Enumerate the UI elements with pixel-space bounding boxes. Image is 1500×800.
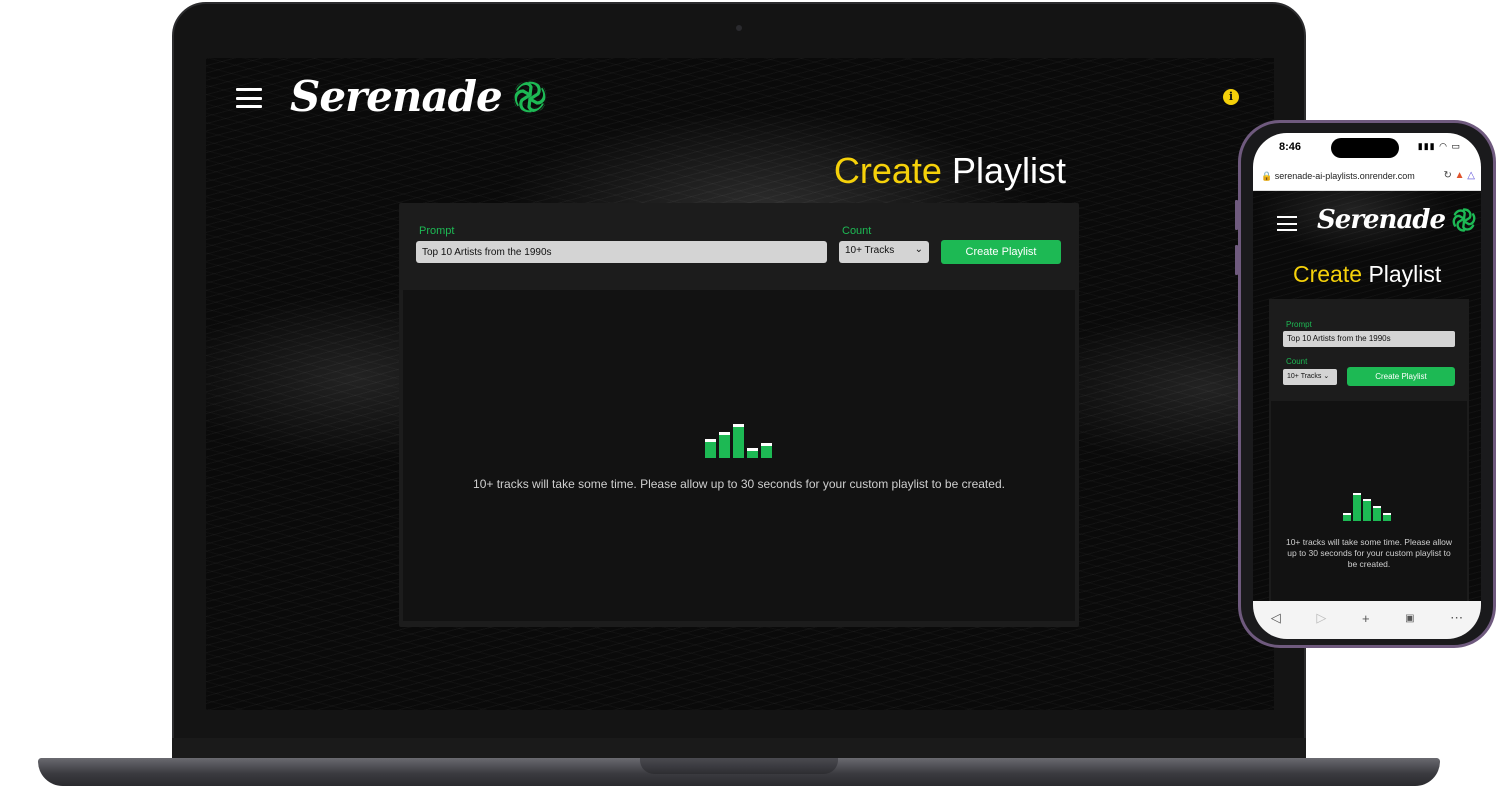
url-text: 🔒 serenade-ai-playlists.onrender.com	[1261, 171, 1415, 181]
create-playlist-form: Prompt Top 10 Artists from the 1990s Cou…	[1269, 299, 1469, 603]
phone-page: Serenade Create Playlist Prompt Top 10 A…	[1253, 191, 1481, 603]
openai-logo-icon	[513, 79, 547, 114]
more-icon[interactable]: ⋯	[1450, 610, 1463, 626]
phone-status-bar: 8:46 ▮▮▮ ◠ ▭	[1253, 133, 1481, 165]
forward-icon[interactable]: ▷	[1316, 610, 1326, 626]
page-title-rest: Playlist	[951, 150, 1066, 191]
page-title: Create Playlist	[1293, 261, 1441, 288]
device-mockup-stage: Serenade i Create Playlist Prompt Co	[0, 0, 1500, 800]
tabs-icon[interactable]: ▣	[1405, 613, 1414, 624]
reload-icon[interactable]: ↻	[1443, 170, 1451, 181]
equalizer-bar	[733, 424, 744, 458]
laptop-screen: Serenade i Create Playlist Prompt Co	[206, 58, 1274, 710]
equalizer-bar	[1383, 513, 1391, 521]
equalizer-bar	[747, 448, 758, 458]
equalizer-bar	[1343, 513, 1351, 521]
openai-logo-icon	[1452, 208, 1476, 232]
app-name: Serenade	[290, 72, 503, 121]
browser-url-bar[interactable]: 🔒 serenade-ai-playlists.onrender.com ↻ ▲…	[1253, 165, 1481, 191]
hamburger-menu-icon[interactable]	[236, 88, 262, 108]
loading-equalizer-icon	[705, 424, 772, 458]
laptop-camera	[736, 25, 742, 31]
browser-toolbar: ◁ ▷ + ▣ ⋯	[1253, 601, 1481, 639]
status-icons: ▮▮▮ ◠ ▭	[1417, 141, 1461, 151]
count-select[interactable]: 10+ Tracks ⌄	[1283, 369, 1337, 385]
equalizer-bar	[705, 439, 716, 458]
brave-shield-icon[interactable]: ▲	[1455, 170, 1465, 181]
hamburger-menu-icon[interactable]	[1277, 216, 1297, 231]
equalizer-bar	[1373, 506, 1381, 521]
info-icon[interactable]: i	[1223, 89, 1239, 105]
equalizer-bar	[761, 443, 772, 458]
app-logo[interactable]: Serenade	[1317, 205, 1478, 235]
laptop-notch	[640, 758, 838, 774]
prompt-label: Prompt	[419, 225, 455, 237]
rewards-icon[interactable]: △	[1467, 170, 1475, 181]
loading-message: 10+ tracks will take some time. Please a…	[1285, 537, 1453, 570]
plus-icon[interactable]: +	[1362, 611, 1370, 626]
page-title-rest: Playlist	[1368, 261, 1442, 287]
url-value: serenade-ai-playlists.onrender.com	[1274, 171, 1415, 181]
create-playlist-button[interactable]: Create Playlist	[941, 240, 1061, 264]
phone-screen: 8:46 ▮▮▮ ◠ ▭ 🔒 serenade-ai-playlists.onr…	[1253, 133, 1481, 639]
chevron-down-icon: ⌄	[914, 244, 923, 255]
page-title: Create Playlist	[834, 150, 1066, 192]
phone: 8:46 ▮▮▮ ◠ ▭ 🔒 serenade-ai-playlists.onr…	[1238, 120, 1496, 648]
count-label: Count	[1286, 357, 1308, 366]
results-area: 10+ tracks will take some time. Please a…	[1271, 401, 1467, 601]
loading-equalizer-icon	[1343, 493, 1391, 521]
equalizer-bar	[1363, 499, 1371, 521]
app-name: Serenade	[1317, 205, 1446, 235]
results-area: 10+ tracks will take some time. Please a…	[403, 290, 1075, 621]
create-playlist-button[interactable]: Create Playlist	[1347, 367, 1455, 386]
count-label: Count	[842, 225, 872, 237]
app-logo[interactable]: Serenade	[290, 72, 550, 121]
page-title-highlight: Create	[1293, 261, 1363, 287]
count-select-value: 10+ Tracks	[1287, 373, 1322, 380]
create-playlist-form: Prompt Count 10+ Tracks ⌄ Create Playlis…	[399, 203, 1079, 627]
prompt-input[interactable]: Top 10 Artists from the 1990s	[1283, 331, 1455, 347]
equalizer-bar	[719, 432, 730, 458]
count-select-value: 10+ Tracks	[845, 245, 895, 256]
loading-message: 10+ tracks will take some time. Please a…	[473, 477, 1005, 491]
status-time: 8:46	[1279, 141, 1302, 153]
chevron-down-icon: ⌄	[1323, 373, 1330, 380]
back-icon[interactable]: ◁	[1271, 610, 1281, 626]
prompt-input[interactable]	[416, 241, 827, 263]
page-title-highlight: Create	[833, 150, 942, 191]
count-select[interactable]: 10+ Tracks ⌄	[839, 241, 929, 263]
equalizer-bar	[1353, 493, 1361, 521]
dynamic-island	[1331, 138, 1399, 158]
url-actions: ↻ ▲ △	[1443, 170, 1475, 181]
prompt-label: Prompt	[1286, 320, 1312, 329]
